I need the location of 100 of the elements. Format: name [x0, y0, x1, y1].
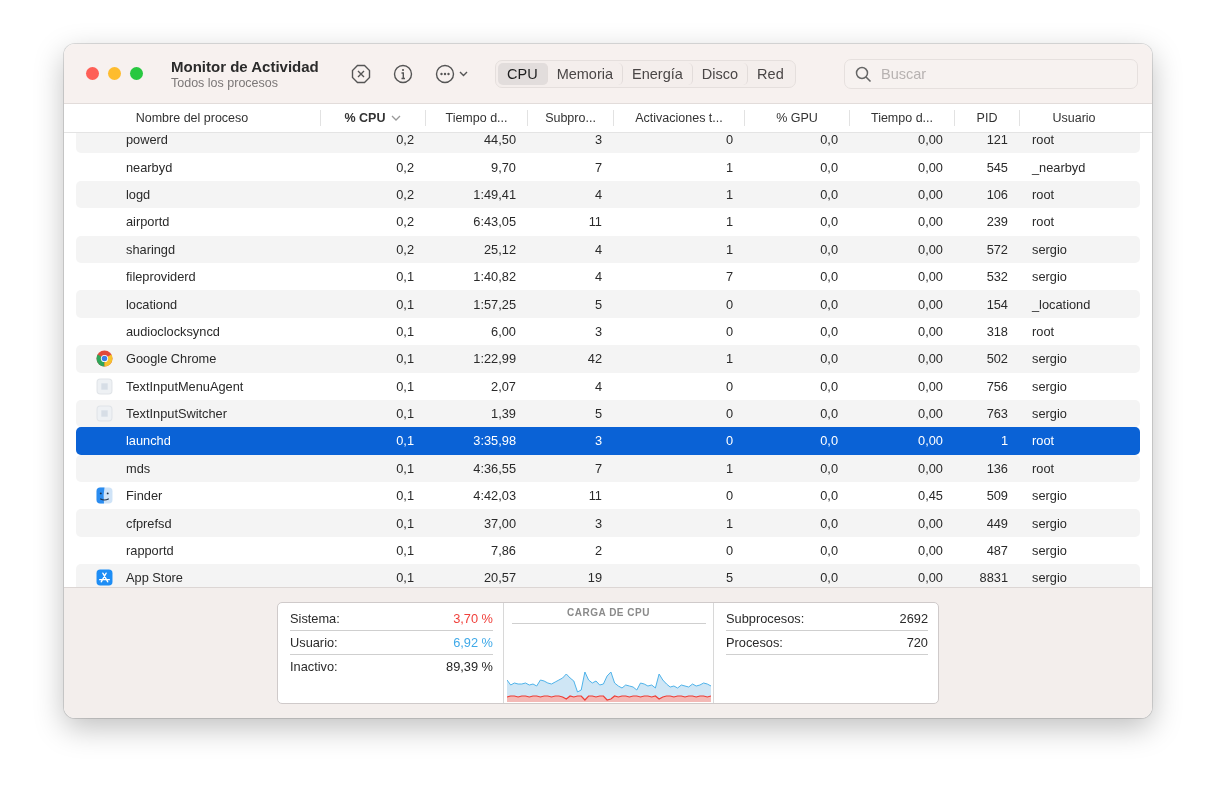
table-cell: locationd	[126, 296, 178, 312]
column-header[interactable]: Tiempo d...	[850, 110, 955, 126]
table-cell: sergio	[1032, 351, 1067, 367]
table-cell: 0	[725, 543, 733, 559]
process-row[interactable]: sharingd 0,2 25,12 4 1 0,0 0,00 572 sergio	[76, 235, 1140, 263]
table-cell: mds	[126, 460, 151, 476]
table-cell: 318	[986, 323, 1008, 339]
table-cell: 6:43,05	[473, 214, 516, 230]
table-cell: 0,00	[918, 433, 943, 449]
process-row[interactable]: TextInputSwitcher 0,1 1,39 5 0 0,0 0,00 763 sergio	[76, 399, 1140, 428]
table-cell: 44,50	[483, 133, 516, 148]
column-header[interactable]: PID	[955, 110, 1020, 126]
tab[interactable]: Energía	[623, 62, 693, 85]
column-header[interactable]: % GPU	[745, 110, 850, 126]
process-row[interactable]: Finder 0,1 4:42,03 11 0 0,0 0,45 509 sergio	[76, 482, 1140, 510]
table-cell: 1	[725, 159, 733, 175]
table-cell: 3	[594, 515, 602, 531]
column-header[interactable]: Usuario	[1020, 110, 1128, 126]
process-row[interactable]: airportd 0,2 6:43,05 11 1 0,0 0,00 239 root	[76, 208, 1140, 236]
process-row[interactable]: mds 0,1 4:36,55 7 1 0,0 0,00 136 root	[76, 454, 1140, 483]
table-cell: App Store	[126, 570, 183, 586]
table-cell: 0,0	[820, 296, 838, 312]
process-row[interactable]: nearbyd 0,2 9,70 7 1 0,0 0,00 545 _nearbyd	[76, 153, 1140, 181]
table-cell: 0	[725, 296, 733, 312]
table-cell: 0,0	[820, 241, 838, 257]
table-cell: 0,0	[820, 460, 838, 476]
table-cell: 0,00	[918, 269, 943, 285]
color-wheel-icon	[96, 350, 113, 368]
table-cell: 2	[594, 543, 602, 559]
table-cell: 3	[594, 133, 602, 148]
table-cell: 0	[725, 323, 733, 339]
table-cell: 3:35,98	[473, 433, 516, 449]
table-cell: 1:22,99	[473, 351, 516, 367]
process-row[interactable]: logd 0,2 1:49,41 4 1 0,0 0,00 106 root	[76, 180, 1140, 209]
info-icon[interactable]	[393, 63, 413, 84]
table-cell: 0,00	[918, 159, 943, 175]
table-cell: sergio	[1032, 378, 1067, 394]
process-row[interactable]: locationd 0,1 1:57,25 5 0 0,0 0,00 154 _locationd	[76, 290, 1140, 318]
table-cell: 0,00	[918, 543, 943, 559]
stat-label: Procesos:	[726, 635, 783, 650]
table-cell: root	[1032, 323, 1055, 339]
column-header[interactable]: % CPU	[321, 110, 426, 126]
blank-app-icon	[96, 405, 113, 423]
table-cell: nearbyd	[126, 159, 173, 175]
column-header[interactable]: Subpro...	[528, 110, 614, 126]
column-header[interactable]: Activaciones t...	[614, 110, 745, 126]
table-cell: 756	[986, 378, 1008, 394]
table-cell: 0,0	[820, 515, 838, 531]
table-cell: 0,1	[396, 570, 414, 586]
process-row[interactable]: rapportd 0,1 7,86 2 0 0,0 0,00 487 sergio	[76, 536, 1140, 565]
table-cell: 0,00	[918, 570, 943, 586]
table-cell: root	[1032, 214, 1055, 230]
process-row[interactable]: App Store 0,1 20,57 19 5 0,0 0,00 8831 sergio	[76, 564, 1140, 587]
table-cell: powerd	[126, 133, 168, 148]
tab[interactable]: Disco	[692, 62, 749, 85]
column-header[interactable]: Nombre del proceso	[64, 110, 321, 126]
table-cell: root	[1032, 186, 1055, 202]
table-cell: 0,1	[396, 323, 414, 339]
table-cell: 106	[986, 186, 1008, 202]
process-row[interactable]: cfprefsd 0,1 37,00 3 1 0,0 0,00 449 sergio	[76, 509, 1140, 537]
table-cell: sergio	[1032, 269, 1067, 285]
table-cell: 6,00	[491, 323, 516, 339]
process-row[interactable]: powerd 0,2 44,50 3 0 0,0 0,00 121 root	[76, 133, 1140, 154]
tab[interactable]: Red	[748, 62, 793, 85]
search-field[interactable]: Buscar	[844, 58, 1138, 89]
table-cell: 0,0	[820, 351, 838, 367]
close-button[interactable]	[86, 67, 99, 80]
stop-process-icon[interactable]	[351, 63, 371, 84]
process-row[interactable]: TextInputMenuAgent 0,1 2,07 4 0 0,0 0,00 756 sergio	[76, 372, 1140, 400]
table-cell: 4:42,03	[473, 488, 516, 504]
process-row[interactable]: Google Chrome 0,1 1:22,99 42 1 0,0 0,00 502 sergio	[76, 345, 1140, 373]
table-cell: 2,07	[491, 378, 516, 394]
stat-label: Subprocesos:	[726, 611, 805, 626]
process-row[interactable]: fileproviderd 0,1 1:40,82 4 7 0,0 0,00 532 sergio	[76, 262, 1140, 291]
table-cell: launchd	[126, 433, 171, 449]
tab[interactable]: Memoria	[547, 62, 624, 85]
table-cell: 0,00	[918, 351, 943, 367]
table-cell: 5	[594, 296, 602, 312]
table-cell: 239	[986, 214, 1008, 230]
face-icon	[96, 487, 113, 505]
column-header[interactable]: Tiempo d...	[426, 110, 528, 126]
process-row[interactable]: audioclocksyncd 0,1 6,00 3 0 0,0 0,00 318 root	[76, 317, 1140, 346]
table-cell: 1,39	[491, 406, 516, 422]
table-cell: 509	[986, 488, 1008, 504]
table-cell: _nearbyd	[1032, 159, 1086, 175]
process-row[interactable]: launchd 0,1 3:35,98 3 0 0,0 0,00 1 root	[76, 427, 1140, 455]
table-cell: 4	[594, 241, 602, 257]
table-cell: audioclocksyncd	[126, 323, 220, 339]
table-cell: 0,00	[918, 241, 943, 257]
table-cell: 0	[725, 433, 733, 449]
table-cell: sergio	[1032, 488, 1067, 504]
table-cell: 20,57	[483, 570, 516, 586]
window-subtitle: Todos los procesos	[171, 75, 279, 90]
table-cell: 0,00	[918, 296, 943, 312]
table-cell: 0,2	[396, 186, 414, 202]
table-cell: 449	[986, 515, 1008, 531]
chart-title: CARGA DE CPU	[511, 607, 706, 624]
tab[interactable]: CPU	[498, 62, 548, 85]
table-cell: 11	[588, 214, 602, 230]
table-cell: 763	[986, 406, 1008, 422]
